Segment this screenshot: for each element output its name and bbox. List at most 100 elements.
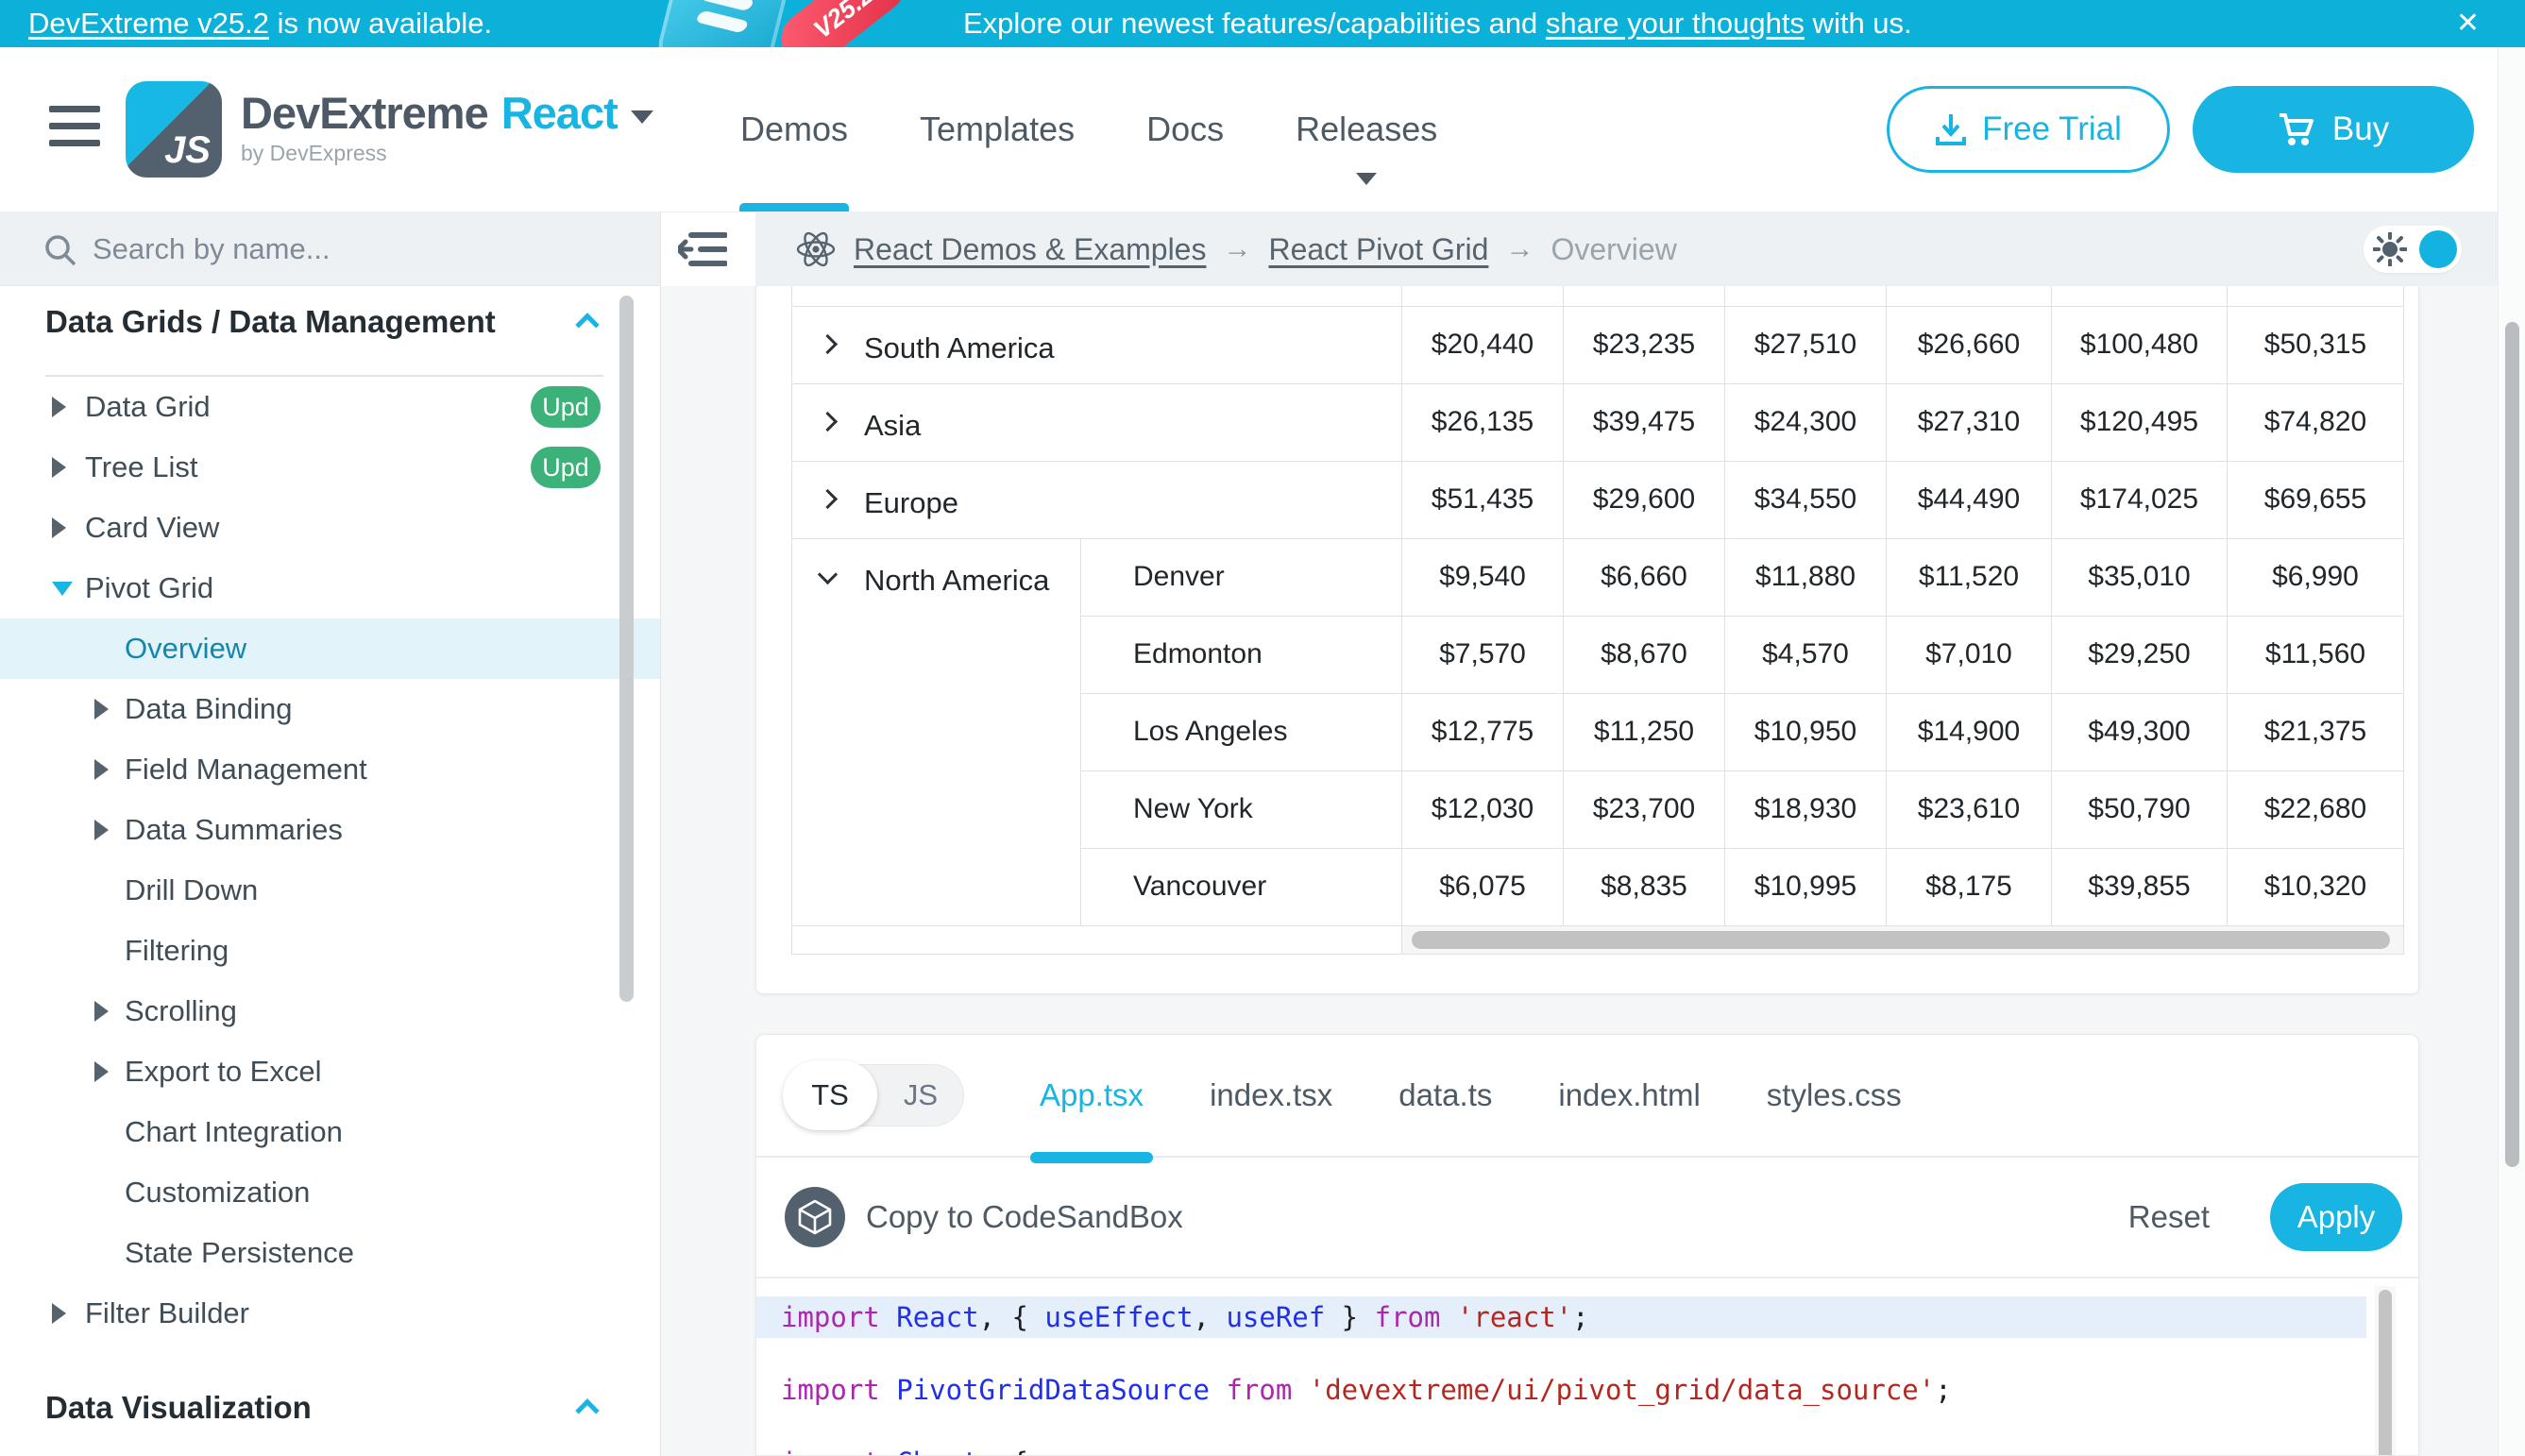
- sidebar-item-tree-list[interactable]: Tree ListUpd: [0, 437, 660, 498]
- hamburger-menu-icon[interactable]: [49, 106, 100, 149]
- expand-chevron-icon[interactable]: [818, 411, 838, 431]
- collapse-chevron-icon[interactable]: [818, 564, 838, 584]
- breadcrumb-link-demos[interactable]: React Demos & Examples: [854, 232, 1206, 267]
- copy-to-codesandbox-label[interactable]: Copy to CodeSandBox: [866, 1199, 1183, 1235]
- code-scrollbar-thumb[interactable]: [2379, 1290, 2392, 1456]
- code-line[interactable]: import PivotGridDataSource from 'devextr…: [756, 1369, 2418, 1411]
- sidebar-item-data-binding[interactable]: Data Binding: [0, 679, 660, 739]
- share-thoughts-link[interactable]: share your thoughts: [1546, 7, 1805, 40]
- nav-item-templates[interactable]: Templates: [914, 47, 1080, 212]
- breadcrumb-link-pivot-grid[interactable]: React Pivot Grid: [1268, 232, 1488, 267]
- banner-version-link[interactable]: DevExtreme v25.2: [28, 7, 269, 40]
- sidebar-item-export-to-excel[interactable]: Export to Excel: [0, 1041, 660, 1102]
- pivot-value-cell: $12,775: [1402, 693, 1564, 770]
- sidebar-item-pivot-grid[interactable]: Pivot Grid: [0, 558, 660, 618]
- free-trial-button[interactable]: Free Trial: [1887, 86, 2170, 173]
- expand-arrow-icon[interactable]: [52, 457, 66, 478]
- sidebar-section-data-visualization[interactable]: Data Visualization: [0, 1372, 660, 1444]
- expand-arrow-icon[interactable]: [94, 699, 109, 720]
- code-line[interactable]: import React, { useEffect, useRef } from…: [756, 1296, 2366, 1338]
- sidebar-item-scrolling[interactable]: Scrolling: [0, 981, 660, 1041]
- pivot-value-cell: $39,475: [1564, 383, 1725, 461]
- file-tab-data-ts[interactable]: data.ts: [1398, 1034, 1492, 1157]
- buy-button[interactable]: Buy: [2193, 86, 2474, 173]
- pivot-value-cell: $51,435: [1402, 461, 1564, 538]
- language-toggle[interactable]: TS JS: [785, 1064, 964, 1126]
- sidebar-item-filtering[interactable]: Filtering: [0, 921, 660, 981]
- pivot-value-cell: $4,570: [1725, 616, 1887, 693]
- breadcrumb-bar: React Demos & Examples → React Pivot Gri…: [661, 212, 2498, 286]
- pivot-row-header-north-america[interactable]: North America: [792, 538, 1081, 925]
- search-input[interactable]: [93, 212, 621, 285]
- collapse-sidebar-icon[interactable]: [678, 228, 727, 271]
- sidebar-item-customization[interactable]: Customization: [0, 1162, 660, 1223]
- section-divider: [45, 1444, 603, 1456]
- sidebar-item-data-summaries[interactable]: Data Summaries: [0, 800, 660, 860]
- pivot-hscrollbar[interactable]: [1402, 925, 2404, 954]
- brand-block: DevExtremeReact by DevExpress: [241, 87, 653, 166]
- file-tab-app-tsx[interactable]: App.tsx: [1040, 1034, 1144, 1157]
- chevron-down-icon[interactable]: [631, 110, 653, 124]
- close-icon[interactable]: ✕: [2456, 0, 2480, 47]
- collapse-arrow-icon[interactable]: [52, 582, 73, 596]
- updated-badge: Upd: [531, 386, 601, 428]
- devextreme-box-icon: [653, 0, 790, 47]
- sidebar-section-data-grids-data-management[interactable]: Data Grids / Data Management: [0, 286, 660, 358]
- chevron-up-icon[interactable]: [575, 313, 599, 336]
- code-scrollbar[interactable]: [2375, 1286, 2396, 1456]
- sidebar-item-chart-integration[interactable]: Chart Integration: [0, 1102, 660, 1162]
- ts-toggle-option[interactable]: TS: [783, 1060, 877, 1130]
- page-scrollbar-thumb[interactable]: [2505, 322, 2519, 1167]
- expand-chevron-icon[interactable]: [818, 333, 838, 353]
- file-tab-index-html[interactable]: index.html: [1558, 1034, 1700, 1157]
- content-area: React Demos & Examples → React Pivot Gri…: [661, 212, 2525, 1456]
- sidebar-item-data-grid[interactable]: Data GridUpd: [0, 377, 660, 437]
- banner-release-text: DevExtreme v25.2 is now available.: [28, 0, 492, 47]
- pivot-value-cell: $35,010: [2052, 538, 2228, 616]
- nav-item-demos[interactable]: Demos: [735, 47, 854, 212]
- file-tab-index-tsx[interactable]: index.tsx: [1210, 1034, 1332, 1157]
- theme-toggle[interactable]: [2364, 226, 2462, 273]
- expand-arrow-icon[interactable]: [94, 820, 109, 840]
- pivot-value-cell: $9,540: [1402, 538, 1564, 616]
- expand-arrow-icon[interactable]: [52, 1303, 66, 1324]
- sidebar-item-filter-builder[interactable]: Filter Builder: [0, 1283, 660, 1344]
- app-header: JS DevExtremeReact by DevExpress Demos Te…: [0, 47, 2525, 212]
- reset-button[interactable]: Reset: [2128, 1199, 2210, 1235]
- theme-toggle-knob[interactable]: [2419, 230, 2457, 268]
- framework-selector[interactable]: React: [501, 88, 618, 138]
- sidebar-scrollbar[interactable]: [619, 296, 634, 1002]
- pivot-row-header[interactable]: Europe: [792, 461, 1402, 538]
- nav-item-docs[interactable]: Docs: [1141, 47, 1229, 212]
- sidebar-item-state-persistence[interactable]: State Persistence: [0, 1223, 660, 1283]
- sidebar-item-overview[interactable]: Overview: [0, 618, 660, 679]
- sidebar-item-drill-down[interactable]: Drill Down: [0, 860, 660, 921]
- sidebar-item-field-management[interactable]: Field Management: [0, 739, 660, 800]
- sidebar-item-label: Scrolling: [125, 994, 237, 1028]
- expand-arrow-icon[interactable]: [94, 1061, 109, 1082]
- pivot-value-cell: $11,880: [1725, 538, 1887, 616]
- sidebar-item-card-view[interactable]: Card View: [0, 498, 660, 558]
- pivot-hscrollbar-thumb[interactable]: [1412, 931, 2390, 949]
- pivot-value-cell: $34,550: [1725, 461, 1887, 538]
- devextreme-logo[interactable]: JS: [126, 81, 222, 178]
- pivot-value-cell: $14,900: [1887, 693, 2052, 770]
- pivot-row-header[interactable]: Asia: [792, 383, 1402, 461]
- pivot-row-header[interactable]: South America: [792, 306, 1402, 383]
- chevron-up-icon[interactable]: [575, 1398, 599, 1422]
- code-line[interactable]: import Chart, {: [756, 1442, 2418, 1456]
- file-tab-styles-css[interactable]: styles.css: [1767, 1034, 1902, 1157]
- expand-arrow-icon[interactable]: [52, 517, 66, 538]
- code-editor[interactable]: import React, { useEffect, useRef } from…: [756, 1278, 2418, 1455]
- expand-arrow-icon[interactable]: [94, 759, 109, 780]
- expand-arrow-icon[interactable]: [52, 397, 66, 417]
- pivot-value-cell: $49,300: [2052, 693, 2228, 770]
- js-toggle-option[interactable]: JS: [877, 1064, 964, 1126]
- expand-arrow-icon[interactable]: [94, 1001, 109, 1022]
- apply-button[interactable]: Apply: [2270, 1183, 2402, 1251]
- expand-chevron-icon[interactable]: [818, 488, 838, 508]
- page-scrollbar[interactable]: [2498, 47, 2525, 1456]
- nav-item-releases[interactable]: Releases: [1290, 47, 1443, 212]
- breadcrumb: React Demos & Examples → React Pivot Gri…: [755, 212, 2498, 286]
- pivot-value-cell: $23,235: [1564, 306, 1725, 383]
